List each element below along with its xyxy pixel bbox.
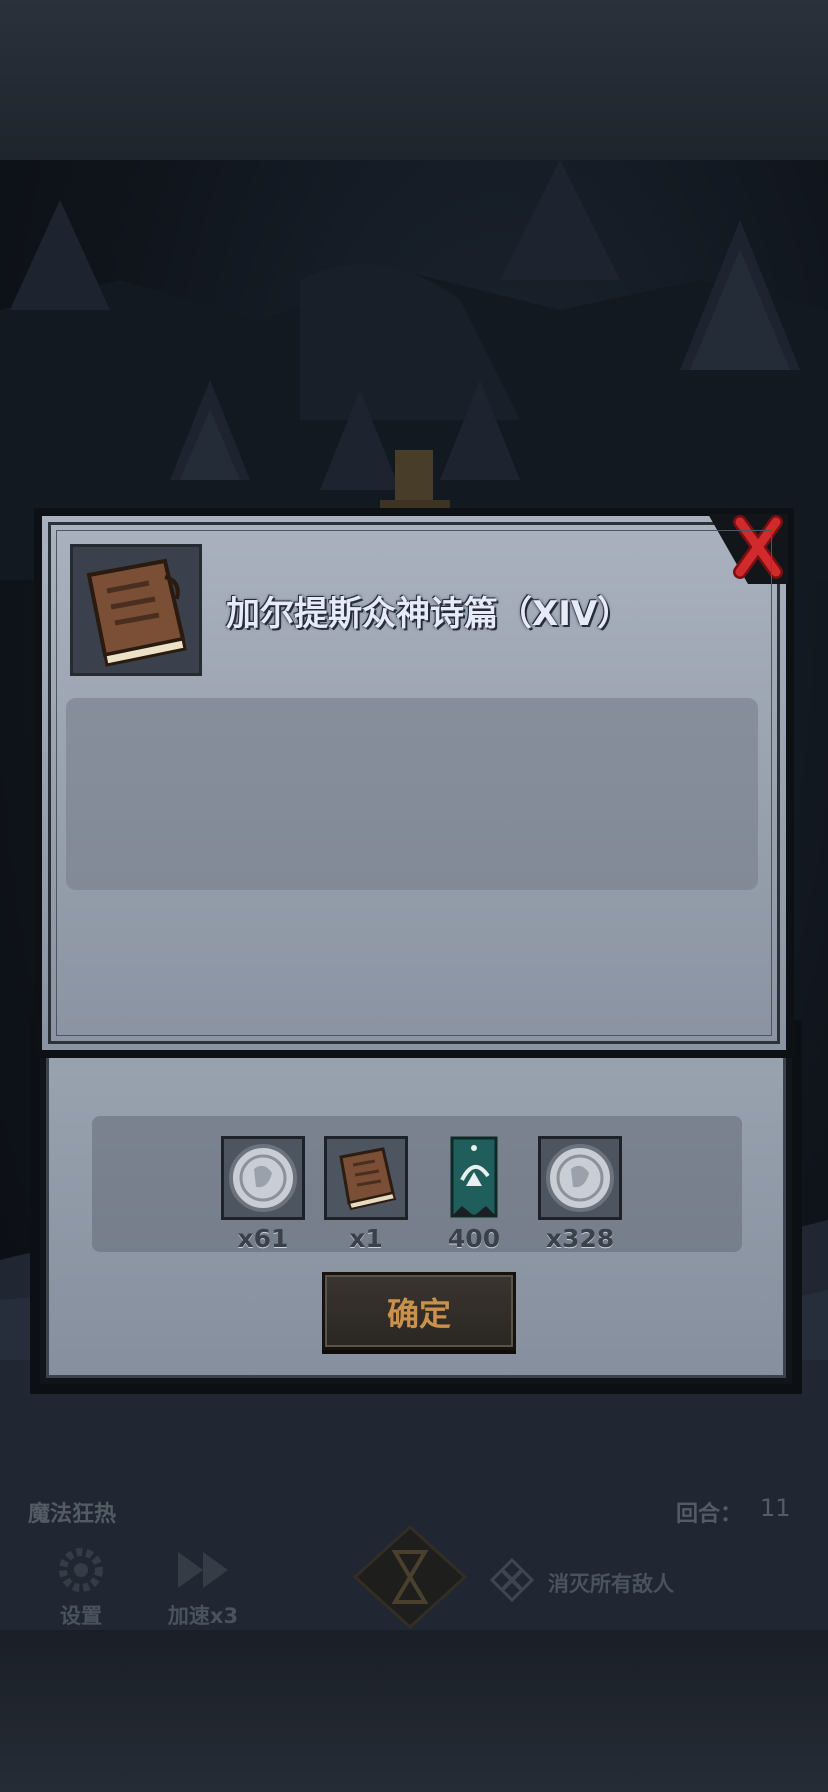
reward-count: x328 (545, 1224, 615, 1253)
item-title: 加尔提斯众神诗篇（XIV） (226, 594, 632, 634)
close-button[interactable] (688, 514, 788, 584)
reward-item[interactable]: x328 (538, 1136, 622, 1253)
confirm-button[interactable]: 确定 (322, 1272, 516, 1350)
silver-coin-icon (229, 1144, 297, 1212)
item-icon-frame (70, 544, 202, 676)
reward-strip (92, 1116, 742, 1252)
reward-count: x61 (237, 1224, 289, 1253)
bottom-letterbox (0, 1630, 828, 1792)
reward-item[interactable]: 400 (432, 1136, 516, 1253)
close-icon (708, 514, 788, 584)
book-icon (339, 1147, 397, 1211)
reward-item[interactable]: x61 (221, 1136, 305, 1253)
silver-coin-icon (546, 1144, 614, 1212)
reward-item[interactable]: x1 (324, 1136, 408, 1253)
reward-count: x1 (349, 1224, 383, 1253)
banner-icon (450, 1136, 498, 1218)
top-letterbox (0, 0, 828, 160)
book-icon (86, 558, 187, 667)
reward-count: 400 (447, 1224, 501, 1253)
item-description-panel (66, 698, 758, 890)
item-detail-dialog: 加尔提斯众神诗篇（XIV） (34, 508, 794, 1058)
reward-dialog: x61 x1 400 x328 确定 (40, 1014, 792, 1384)
